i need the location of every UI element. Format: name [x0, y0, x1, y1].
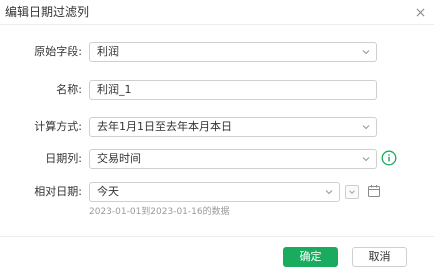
calc-method-select[interactable]: 去年1月1日至去年本月本日 — [89, 117, 377, 137]
calc-method-label: 计算方式: — [34, 120, 82, 133]
chevron-down-icon — [362, 157, 370, 162]
source-field-label: 原始字段: — [34, 45, 82, 58]
relative-date-label: 相对日期: — [34, 185, 82, 198]
chevron-down-icon — [325, 190, 333, 195]
dialog-header: 编辑日期过滤列 — [0, 0, 434, 25]
ok-button[interactable]: 确定 — [283, 247, 338, 267]
close-button[interactable] — [409, 1, 431, 23]
calc-method-value: 去年1月1日至去年本月本日 — [97, 120, 232, 133]
chevron-down-icon — [362, 125, 370, 130]
name-value: 利润_1 — [97, 83, 132, 96]
date-column-select[interactable]: 交易时间 — [89, 149, 377, 169]
source-field-value: 利润 — [97, 45, 119, 58]
relative-date-select[interactable]: 今天 — [89, 182, 340, 202]
calendar-icon[interactable] — [367, 184, 381, 198]
name-input[interactable]: 利润_1 — [89, 80, 377, 100]
relative-date-value: 今天 — [97, 185, 119, 198]
close-icon — [416, 8, 424, 16]
relative-date-dropdown-button[interactable] — [345, 185, 359, 199]
chevron-down-icon — [362, 50, 370, 55]
date-column-value: 交易时间 — [97, 152, 141, 165]
info-icon[interactable] — [381, 150, 397, 166]
cancel-button[interactable]: 取消 — [352, 247, 407, 267]
dialog-title: 编辑日期过滤列 — [5, 5, 90, 19]
edit-date-filter-dialog: 编辑日期过滤列 原始字段: 利润 名称: 利润_1 计算方式: 去年1月1日至去… — [0, 0, 434, 278]
source-field-select[interactable]: 利润 — [89, 42, 377, 62]
chevron-down-icon — [349, 190, 355, 194]
name-label: 名称: — [56, 83, 82, 96]
date-column-label: 日期列: — [45, 152, 82, 165]
date-range-hint: 2023-01-01到2023-01-16的数据 — [89, 207, 230, 217]
